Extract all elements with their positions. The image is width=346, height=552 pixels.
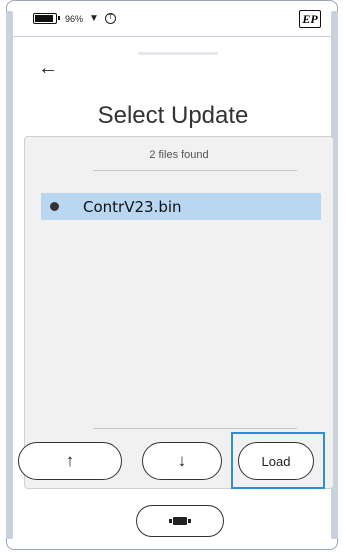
home-glyph-icon bbox=[169, 517, 191, 525]
back-arrow-icon[interactable]: ← bbox=[38, 58, 58, 78]
file-count: 2 files found bbox=[149, 149, 209, 161]
drag-handle bbox=[138, 52, 218, 55]
load-button[interactable]: Load bbox=[238, 442, 314, 480]
file-list-panel: 2 files found ContrV23.bin ↑ ↓ Load bbox=[18, 136, 334, 489]
divider-bottom bbox=[93, 428, 297, 429]
bullet-icon bbox=[50, 202, 59, 211]
circle-t-icon: T bbox=[104, 13, 116, 24]
battery-icon bbox=[33, 13, 60, 24]
frame-left-edge bbox=[6, 11, 13, 539]
load-label: Load bbox=[261, 453, 291, 469]
file-list-item[interactable]: ContrV23.bin bbox=[41, 193, 321, 220]
ep-logo: EP bbox=[299, 9, 321, 28]
scroll-down-button[interactable]: ↓ bbox=[142, 442, 222, 480]
wifi-icon: ▼ bbox=[89, 13, 99, 24]
arrow-up-icon: ↑ bbox=[65, 451, 75, 470]
home-button[interactable] bbox=[136, 505, 224, 537]
status-bar: 96% ▼ T EP bbox=[7, 1, 337, 37]
scroll-up-button[interactable]: ↑ bbox=[18, 442, 122, 480]
arrow-down-icon: ↓ bbox=[177, 451, 187, 470]
battery-percent: 96% bbox=[65, 13, 84, 24]
page-title: Select Update bbox=[97, 102, 249, 129]
divider-top bbox=[93, 170, 297, 171]
file-name: ContrV23.bin bbox=[83, 197, 182, 216]
